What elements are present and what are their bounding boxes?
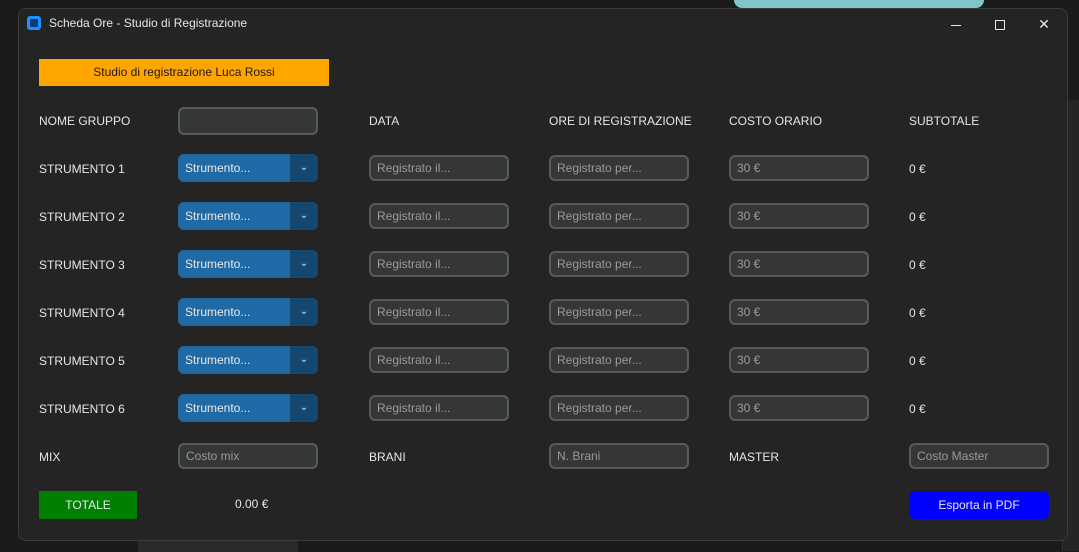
rate-input[interactable]: 30 € <box>729 203 869 229</box>
instrument-label: STRUMENTO 3 <box>39 258 125 272</box>
subtotale-header: SUBTOTALE <box>909 114 980 128</box>
subtotal-value: 0 € <box>909 162 926 176</box>
instrument-select[interactable]: Strumento... ⌄ <box>178 250 318 278</box>
chevron-down-icon[interactable]: ⌄ <box>290 346 318 374</box>
instrument-select[interactable]: Strumento... ⌄ <box>178 394 318 422</box>
master-label: MASTER <box>729 450 780 464</box>
app-icon <box>27 16 41 30</box>
hours-input[interactable]: Registrato per... <box>549 251 689 277</box>
instrument-label: STRUMENTO 6 <box>39 402 125 416</box>
subtotal-value: 0 € <box>909 402 926 416</box>
instrument-select[interactable]: Strumento... ⌄ <box>178 298 318 326</box>
brani-label: BRANI <box>369 450 406 464</box>
chevron-down-icon[interactable]: ⌄ <box>290 202 318 230</box>
instrument-label: STRUMENTO 4 <box>39 306 125 320</box>
hours-input[interactable]: Registrato per... <box>549 299 689 325</box>
instrument-select-value: Strumento... <box>185 305 251 319</box>
subtotal-value: 0 € <box>909 258 926 272</box>
instrument-select[interactable]: Strumento... ⌄ <box>178 154 318 182</box>
instrument-label: STRUMENTO 5 <box>39 354 125 368</box>
studio-label: Studio di registrazione Luca Rossi <box>39 59 329 86</box>
instrument-label: STRUMENTO 2 <box>39 210 125 224</box>
close-icon: ✕ <box>1038 16 1050 32</box>
master-cost-input[interactable]: Costo Master <box>909 443 1049 469</box>
totale-value: 0.00 € <box>235 497 269 511</box>
hours-input[interactable]: Registrato per... <box>549 155 689 181</box>
rate-input[interactable]: 30 € <box>729 251 869 277</box>
hours-input[interactable]: Registrato per... <box>549 347 689 373</box>
nome-gruppo-input[interactable] <box>178 107 318 135</box>
nome-gruppo-label: NOME GRUPPO <box>39 114 131 128</box>
chevron-down-icon[interactable]: ⌄ <box>290 298 318 326</box>
date-input[interactable]: Registrato il... <box>369 395 509 421</box>
chevron-down-icon[interactable]: ⌄ <box>290 154 318 182</box>
subtotal-value: 0 € <box>909 210 926 224</box>
app-window: Scheda Ore - Studio di Registrazione ✕ S… <box>18 8 1068 541</box>
data-header: DATA <box>369 114 400 128</box>
date-input[interactable]: Registrato il... <box>369 347 509 373</box>
mix-label: MIX <box>39 450 61 464</box>
instrument-select[interactable]: Strumento... ⌄ <box>178 202 318 230</box>
subtotal-value: 0 € <box>909 306 926 320</box>
window-title: Scheda Ore - Studio di Registrazione <box>49 16 248 30</box>
rate-input[interactable]: 30 € <box>729 395 869 421</box>
brani-count-input[interactable]: N. Brani <box>549 443 689 469</box>
hours-input[interactable]: Registrato per... <box>549 203 689 229</box>
instrument-select-value: Strumento... <box>185 257 251 271</box>
desktop-background-shape <box>734 0 984 8</box>
date-input[interactable]: Registrato il... <box>369 251 509 277</box>
hours-input[interactable]: Registrato per... <box>549 395 689 421</box>
instrument-select-value: Strumento... <box>185 401 251 415</box>
minimize-button[interactable] <box>933 9 979 39</box>
subtotal-value: 0 € <box>909 354 926 368</box>
costo-orario-header: COSTO ORARIO <box>729 114 823 128</box>
instrument-select-value: Strumento... <box>185 353 251 367</box>
date-input[interactable]: Registrato il... <box>369 155 509 181</box>
instrument-select-value: Strumento... <box>185 161 251 175</box>
rate-input[interactable]: 30 € <box>729 299 869 325</box>
chevron-down-icon[interactable]: ⌄ <box>290 394 318 422</box>
close-button[interactable]: ✕ <box>1021 9 1067 39</box>
rate-input[interactable]: 30 € <box>729 347 869 373</box>
totale-button[interactable]: TOTALE <box>39 491 137 519</box>
date-input[interactable]: Registrato il... <box>369 203 509 229</box>
rate-input[interactable]: 30 € <box>729 155 869 181</box>
ore-header: ORE DI REGISTRAZIONE <box>549 114 692 128</box>
maximize-icon <box>995 20 1005 31</box>
mix-cost-input[interactable]: Costo mix <box>178 443 318 469</box>
minimize-icon <box>951 24 961 26</box>
date-input[interactable]: Registrato il... <box>369 299 509 325</box>
instrument-select[interactable]: Strumento... ⌄ <box>178 346 318 374</box>
maximize-button[interactable] <box>977 9 1023 39</box>
instrument-label: STRUMENTO 1 <box>39 162 125 176</box>
instrument-select-value: Strumento... <box>185 209 251 223</box>
export-pdf-button[interactable]: Esporta in PDF <box>909 491 1049 519</box>
chevron-down-icon[interactable]: ⌄ <box>290 250 318 278</box>
title-bar[interactable]: Scheda Ore - Studio di Registrazione ✕ <box>19 9 1067 39</box>
